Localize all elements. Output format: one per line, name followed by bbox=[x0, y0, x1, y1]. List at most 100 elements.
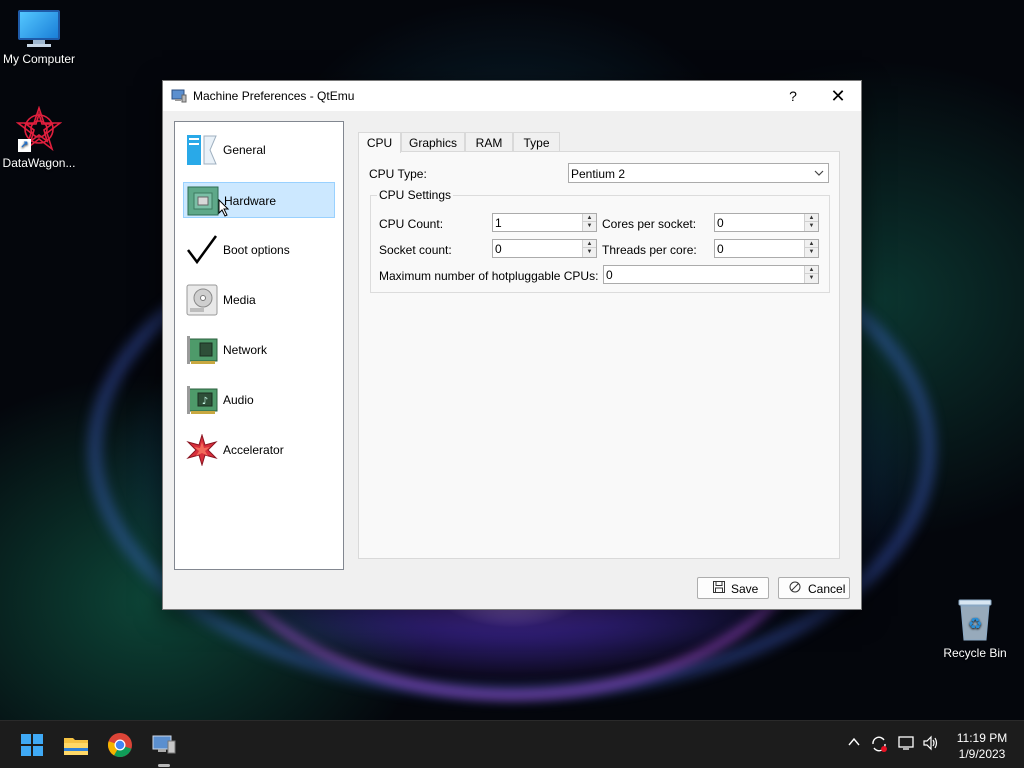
chrome-icon[interactable] bbox=[104, 729, 136, 761]
nav-item-general[interactable]: General bbox=[183, 132, 335, 168]
threads-per-core-value: 0 bbox=[717, 242, 724, 256]
desktop-icon-label: My Computer bbox=[2, 52, 76, 66]
mouse-cursor-icon bbox=[218, 198, 230, 220]
spin-down-icon[interactable]: ▼ bbox=[805, 222, 818, 230]
dialog-title: Machine Preferences - QtEmu bbox=[193, 89, 355, 103]
volume-icon[interactable] bbox=[922, 735, 940, 754]
threads-per-core-label: Threads per core: bbox=[602, 243, 697, 257]
dialog-titlebar[interactable]: Machine Preferences - QtEmu ? ✕ bbox=[163, 81, 861, 111]
spin-down-icon[interactable]: ▼ bbox=[805, 248, 818, 256]
cpu-type-value: Pentium 2 bbox=[571, 167, 626, 181]
qtemu-icon[interactable] bbox=[148, 729, 180, 767]
cpu-tab-panel: CPU Type: Pentium 2 CPU Settings CPU Cou… bbox=[358, 151, 840, 559]
max-hotpluggable-cpus-spinbox[interactable]: 0 ▲ ▼ bbox=[603, 265, 819, 284]
nav-label: General bbox=[223, 143, 266, 157]
media-icon bbox=[186, 284, 218, 316]
cpu-settings-title: CPU Settings bbox=[377, 188, 454, 202]
nav-item-hardware[interactable]: Hardware bbox=[183, 182, 335, 218]
socket-count-spinbox[interactable]: 0 ▲ ▼ bbox=[492, 239, 597, 258]
clock-date: 1/9/2023 bbox=[958, 747, 1006, 761]
spin-up-icon[interactable]: ▲ bbox=[583, 214, 596, 222]
close-button[interactable]: ✕ bbox=[815, 81, 861, 111]
spin-down-icon[interactable]: ▼ bbox=[583, 248, 596, 256]
tab-graphics[interactable]: Graphics bbox=[401, 132, 465, 152]
clock[interactable]: 11:19 PM 1/9/2023 bbox=[950, 730, 1014, 762]
nav-label: Media bbox=[223, 293, 256, 307]
desktop-icon-label: Recycle Bin bbox=[943, 646, 1007, 660]
cpu-count-spinbox[interactable]: 1 ▲ ▼ bbox=[492, 213, 597, 232]
desktop-icon-label: DataWagon... bbox=[2, 156, 76, 170]
max-hotpluggable-cpus-value: 0 bbox=[606, 268, 613, 282]
spin-up-icon[interactable]: ▲ bbox=[805, 266, 818, 274]
cores-per-socket-spinbox[interactable]: 0 ▲ ▼ bbox=[714, 213, 819, 232]
preferences-nav-list: General Hardware Boot options Media Netw… bbox=[174, 121, 344, 570]
file-explorer-icon[interactable] bbox=[60, 729, 92, 761]
spin-buttons: ▲ ▼ bbox=[582, 240, 596, 257]
cpu-settings-group: CPU Settings CPU Count: 1 ▲ ▼ Cores per … bbox=[370, 188, 830, 293]
spin-down-icon[interactable]: ▼ bbox=[805, 274, 818, 282]
tab-type[interactable]: Type bbox=[513, 132, 560, 152]
cancel-label: Cancel bbox=[808, 582, 846, 596]
machine-preferences-dialog: Machine Preferences - QtEmu ? ✕ General bbox=[162, 80, 862, 610]
cores-per-socket-value: 0 bbox=[717, 216, 724, 230]
cancel-circle-icon bbox=[789, 581, 801, 596]
desktop-icon-recycle-bin[interactable]: ♻ Recycle Bin bbox=[933, 598, 1017, 660]
monitor-icon bbox=[18, 10, 60, 48]
svg-text:♻: ♻ bbox=[968, 614, 982, 633]
general-icon bbox=[186, 134, 218, 166]
nav-item-boot-options[interactable]: Boot options bbox=[183, 232, 335, 268]
desktop-icon-my-computer[interactable]: My Computer bbox=[0, 10, 81, 66]
desktop-icon-datawagon[interactable]: ↗ DataWagon... bbox=[0, 105, 81, 170]
spin-buttons: ▲ ▼ bbox=[804, 266, 818, 283]
start-icon[interactable] bbox=[16, 729, 48, 761]
tab-ram[interactable]: RAM bbox=[465, 132, 513, 152]
spin-buttons: ▲ ▼ bbox=[582, 214, 596, 231]
save-label: Save bbox=[731, 582, 759, 596]
help-button[interactable]: ? bbox=[770, 81, 816, 111]
nav-item-audio[interactable]: ♪ Audio bbox=[183, 382, 335, 418]
spin-up-icon[interactable]: ▲ bbox=[583, 240, 596, 248]
cpu-count-label: CPU Count: bbox=[379, 217, 444, 231]
spin-down-icon[interactable]: ▼ bbox=[583, 222, 596, 230]
spin-buttons: ▲ ▼ bbox=[804, 214, 818, 231]
cpu-type-label: CPU Type: bbox=[369, 167, 427, 181]
taskbar: 11:19 PM 1/9/2023 bbox=[0, 720, 1024, 768]
spin-buttons: ▲ ▼ bbox=[804, 240, 818, 257]
nav-label: Accelerator bbox=[223, 443, 284, 457]
qtemu-app-icon bbox=[171, 89, 187, 103]
cpu-count-value: 1 bbox=[495, 216, 502, 230]
shortcut-arrow-icon: ↗ bbox=[18, 139, 31, 152]
nav-item-network[interactable]: Network bbox=[183, 332, 335, 368]
svg-text:♪: ♪ bbox=[202, 396, 208, 407]
hardware-icon bbox=[187, 185, 219, 217]
checkmark-icon bbox=[186, 234, 218, 266]
threads-per-core-spinbox[interactable]: 0 ▲ ▼ bbox=[714, 239, 819, 258]
nav-label: Hardware bbox=[224, 194, 277, 208]
network-card-icon bbox=[186, 334, 218, 366]
chevron-up-icon[interactable] bbox=[847, 735, 861, 752]
sync-icon[interactable] bbox=[870, 735, 888, 756]
clock-time: 11:19 PM bbox=[956, 731, 1008, 745]
recycle-bin-icon: ♻ bbox=[956, 598, 994, 642]
nav-item-accelerator[interactable]: Accelerator bbox=[183, 432, 335, 468]
nav-item-media[interactable]: Media bbox=[183, 282, 335, 318]
floppy-disk-icon bbox=[713, 581, 725, 596]
audio-card-icon: ♪ bbox=[186, 384, 218, 416]
max-hotpluggable-cpus-label: Maximum number of hotpluggable CPUs: bbox=[379, 269, 599, 283]
spin-up-icon[interactable]: ▲ bbox=[805, 240, 818, 248]
cpu-type-select[interactable]: Pentium 2 bbox=[568, 163, 829, 183]
star-burst-icon: ↗ bbox=[15, 105, 63, 152]
tab-cpu[interactable]: CPU bbox=[358, 132, 401, 153]
chevron-down-icon bbox=[814, 166, 824, 183]
nav-label: Network bbox=[223, 343, 268, 357]
nav-label: Boot options bbox=[223, 243, 290, 257]
socket-count-value: 0 bbox=[495, 242, 502, 256]
save-button[interactable]: Save bbox=[697, 577, 769, 599]
accelerator-icon bbox=[186, 433, 218, 467]
cores-per-socket-label: Cores per socket: bbox=[602, 217, 697, 231]
network-icon[interactable] bbox=[898, 735, 916, 754]
cancel-button[interactable]: Cancel bbox=[778, 577, 850, 599]
close-icon: ✕ bbox=[830, 86, 846, 106]
spin-up-icon[interactable]: ▲ bbox=[805, 214, 818, 222]
nav-label: Audio bbox=[223, 393, 254, 407]
